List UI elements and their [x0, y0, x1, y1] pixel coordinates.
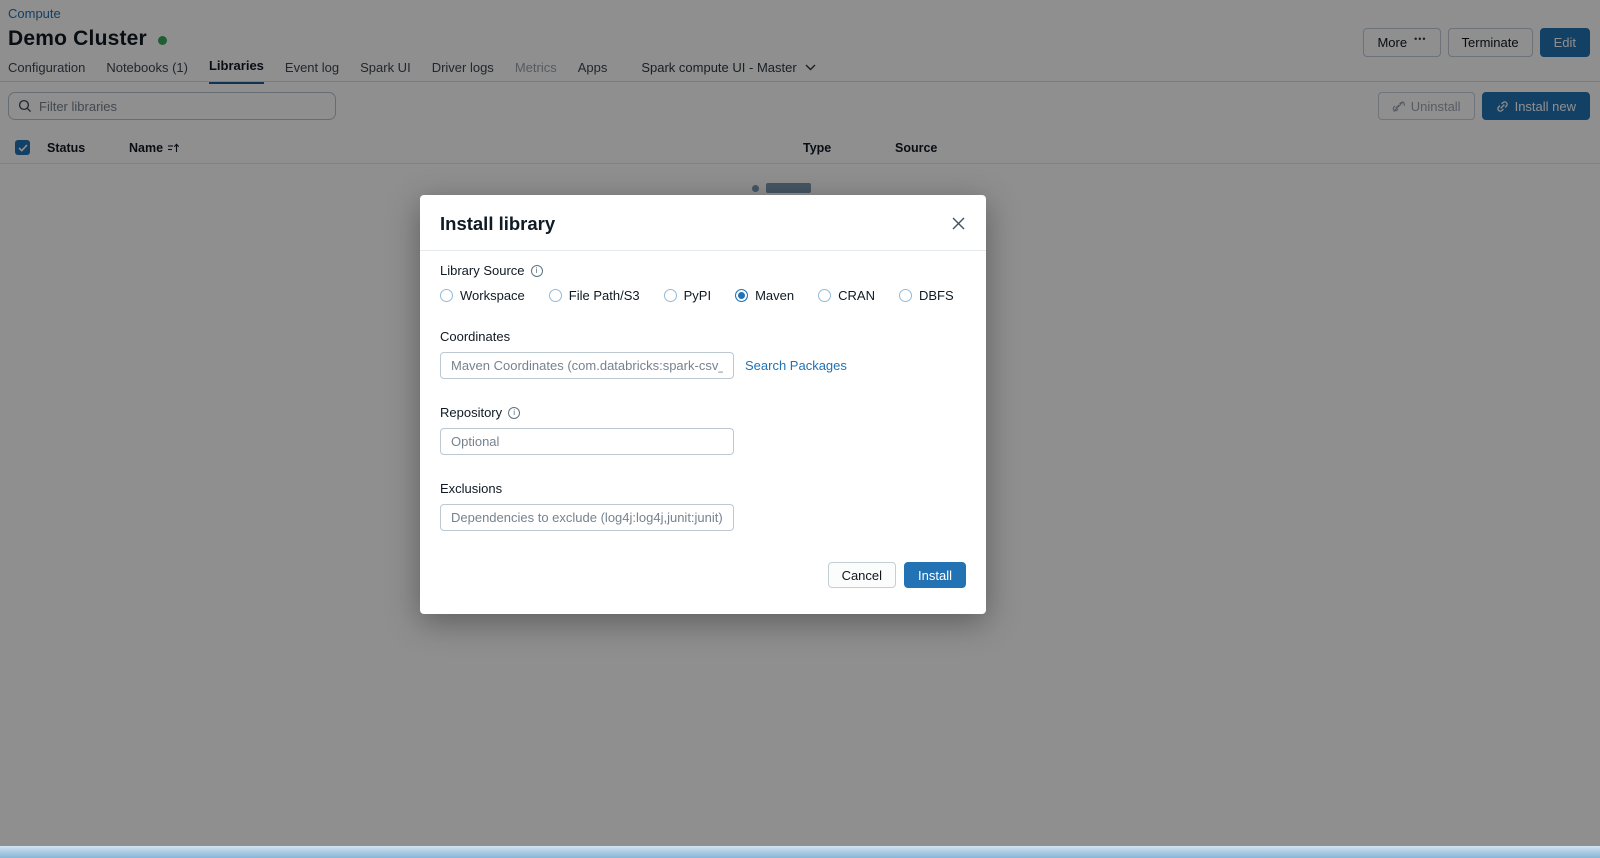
radio-maven[interactable]: Maven — [735, 288, 794, 303]
radio-circle — [548, 289, 562, 302]
radio-pypi[interactable]: PyPI — [663, 288, 712, 303]
search-packages-link[interactable]: Search Packages — [745, 358, 847, 373]
repository-label: Repository — [440, 405, 503, 420]
radio-file-path-s3-label: File Path/S3 — [568, 288, 640, 303]
install-library-dialog: Install library Library Source i Workspa… — [420, 195, 986, 614]
radio-workspace[interactable]: Workspace — [440, 288, 525, 303]
install-button-label: Install — [918, 567, 952, 583]
coordinates-label-row: Coordinates — [440, 329, 966, 344]
cancel-button[interactable]: Cancel — [827, 562, 897, 588]
radio-circle — [818, 289, 832, 302]
radio-pypi-label: PyPI — [683, 288, 712, 303]
dialog-body: Library Source i Workspace File Path/S3 … — [420, 251, 986, 614]
radio-cran-label: CRAN — [838, 288, 875, 303]
exclusions-label: Exclusions — [440, 481, 503, 496]
exclusions-section: Exclusions — [440, 481, 966, 531]
exclusions-input[interactable] — [440, 504, 734, 531]
repository-input[interactable] — [440, 428, 734, 455]
close-button[interactable] — [945, 210, 971, 236]
library-source-label-row: Library Source i — [440, 263, 966, 278]
repository-section: Repository i — [440, 405, 966, 455]
repository-label-row: Repository i — [440, 405, 966, 420]
dialog-title: Install library — [440, 213, 556, 234]
exclusions-label-row: Exclusions — [440, 481, 966, 496]
library-source-label: Library Source — [440, 263, 525, 278]
coordinates-section: Coordinates Search Packages — [440, 329, 966, 379]
radio-workspace-label: Workspace — [460, 288, 525, 303]
install-button[interactable]: Install — [904, 562, 966, 588]
coordinates-input-row: Search Packages — [440, 344, 966, 379]
radio-circle-selected — [735, 289, 749, 302]
radio-cran[interactable]: CRAN — [818, 288, 875, 303]
radio-maven-label: Maven — [755, 288, 795, 303]
info-icon[interactable]: i — [530, 264, 543, 277]
info-icon[interactable]: i — [508, 406, 521, 419]
radio-dbfs-label: DBFS — [918, 288, 954, 303]
dialog-header: Install library — [420, 195, 986, 251]
coordinates-label: Coordinates — [440, 329, 511, 344]
radio-circle — [898, 289, 912, 302]
radio-circle — [663, 289, 677, 302]
radio-file-path-s3[interactable]: File Path/S3 — [548, 288, 640, 303]
library-source-radio-group: Workspace File Path/S3 PyPI Maven CRAN D… — [440, 288, 966, 303]
coordinates-input[interactable] — [440, 352, 734, 379]
cancel-button-label: Cancel — [841, 567, 883, 583]
dialog-footer: Cancel Install — [440, 562, 966, 588]
close-icon — [952, 217, 965, 230]
radio-dbfs[interactable]: DBFS — [898, 288, 954, 303]
bottom-window-edge — [0, 846, 1600, 858]
radio-circle — [440, 289, 453, 302]
